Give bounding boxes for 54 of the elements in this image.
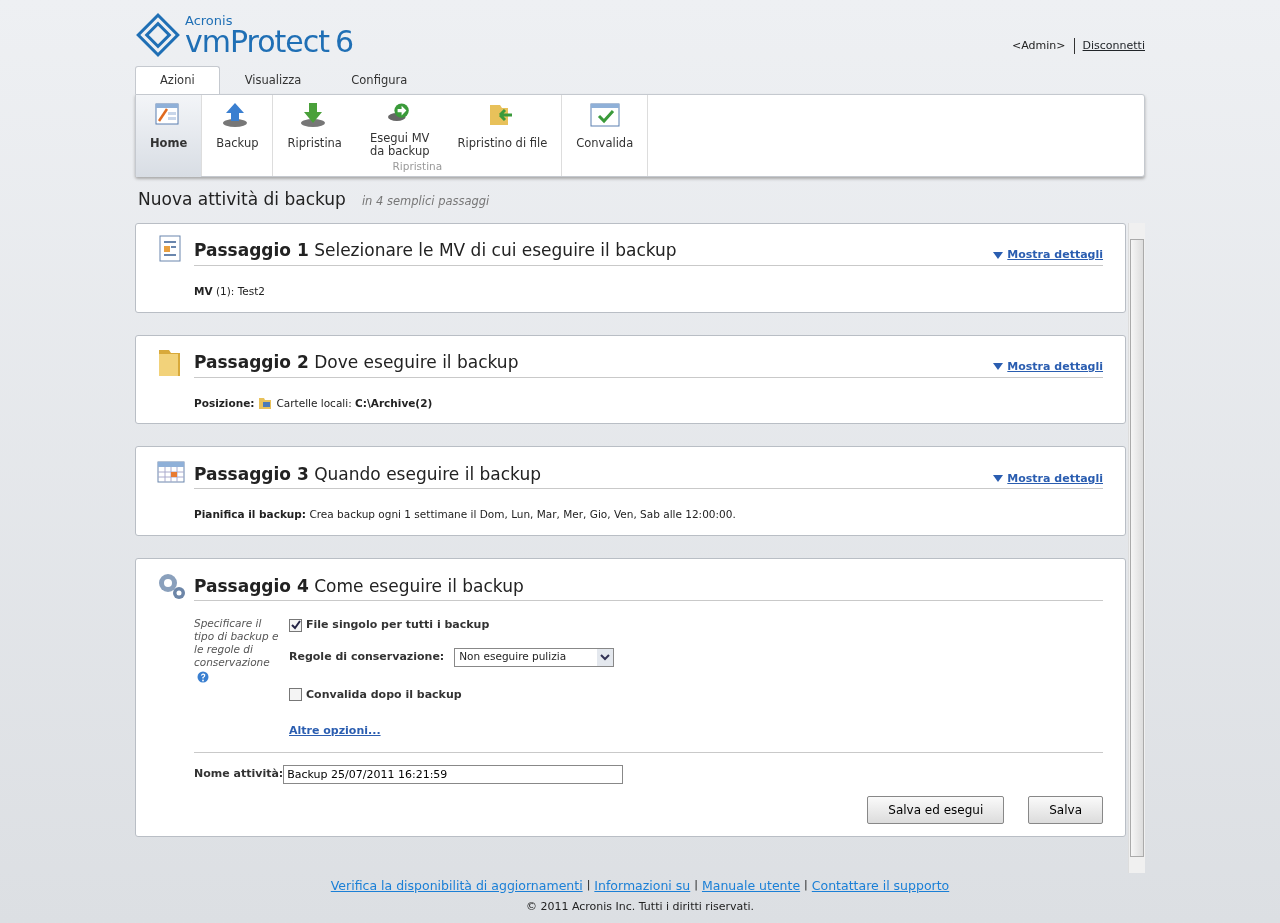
summary-text: Pianifica il backup: Crea backup ogni 1 settimane il Dom, Lun, Mar, Mer, Gio, Ven, Sab alle 12:00:00.: [194, 507, 736, 523]
triangle-down-icon: [993, 251, 1004, 260]
save-button[interactable]: Salva ed esegui: [867, 795, 1005, 824]
step-title: Passaggio 4 Come eseguire il backup: [194, 574, 524, 598]
summary-text: MV (1): Test2: [194, 283, 266, 299]
ribbon-button[interactable]: Backup: [202, 95, 273, 160]
checkbox-label: File singolo per tutti i backup: [306, 617, 490, 633]
ribbon-button[interactable]: Convalida: [562, 95, 648, 160]
folder-icon: [258, 396, 273, 411]
page-title: Nuova attività di backup: [138, 188, 346, 212]
triangle-down-icon: [993, 363, 1004, 372]
link-separator: |: [804, 876, 808, 893]
ribbon-button[interactable]: Home: [136, 95, 202, 178]
tab[interactable]: Azioni: [135, 66, 220, 95]
triangle-down-icon: [993, 475, 1004, 483]
checkbox-label: Convalida dopo il backup: [306, 686, 462, 703]
logout-link[interactable]: Disconnetti: [1082, 37, 1145, 54]
check-icon: [290, 620, 301, 631]
step-title: Passaggio 1 Selezionare le MV di cui eseguire il backup: [194, 239, 677, 263]
link-separator: |: [694, 876, 698, 893]
step-title: Passaggio 3 Quando eseguire il backup: [194, 462, 541, 486]
tab[interactable]: Configura: [326, 66, 433, 95]
ribbon-button[interactable]: Ripristina: [273, 95, 356, 160]
copyright-text: © 2011 Acronis Inc. Tutti i diritti riservati.: [524, 898, 756, 915]
task-name-field[interactable]: Backup 25/07/2011 16:21:59: [283, 764, 624, 784]
separator: [1073, 37, 1075, 54]
location-label: Posizione:: [194, 395, 255, 411]
retention-select[interactable]: Non eseguire pulizia: [454, 647, 615, 667]
brand-name: Acronis: [185, 13, 234, 27]
help-icon: [197, 670, 209, 683]
ribbon-button[interactable]: Ripristino di file: [443, 95, 562, 160]
checkbox[interactable]: [289, 618, 302, 632]
details-link[interactable]: Mostra dettagli: [1007, 359, 1103, 376]
tab[interactable]: Visualizza: [219, 66, 327, 95]
hint-text: Specificare il tipo di backup e le regole di conservazione: [194, 617, 279, 669]
save-button[interactable]: Salva: [1028, 795, 1103, 824]
product-name: vmProtect: [185, 26, 330, 57]
version-number: 6: [335, 26, 354, 57]
details-link[interactable]: Mostra dettagli: [1007, 247, 1103, 264]
field-label: Nome attività:: [194, 765, 284, 782]
logo-icon: [135, 12, 181, 58]
step-title: Passaggio 2 Dove eseguire il backup: [194, 351, 519, 374]
window-check-icon: [588, 101, 621, 130]
page-subtitle: in 4 semplici passaggi: [361, 193, 490, 211]
ribbon-button[interactable]: Esegui MV da backup: [355, 95, 444, 160]
summary-text: Cartelle locali: C:\Archive(2): [276, 395, 433, 411]
link-separator: |: [586, 876, 591, 893]
checkbox[interactable]: [289, 688, 302, 702]
group-label: Ripristina: [392, 159, 443, 175]
user-name: <Admin>: [1012, 37, 1066, 54]
caret-down-icon: [597, 648, 614, 666]
field-label: Regole di conservazione:: [289, 648, 445, 665]
details-link[interactable]: Mostra dettagli: [1007, 470, 1103, 488]
options-link[interactable]: Altre opzioni...: [289, 723, 381, 740]
